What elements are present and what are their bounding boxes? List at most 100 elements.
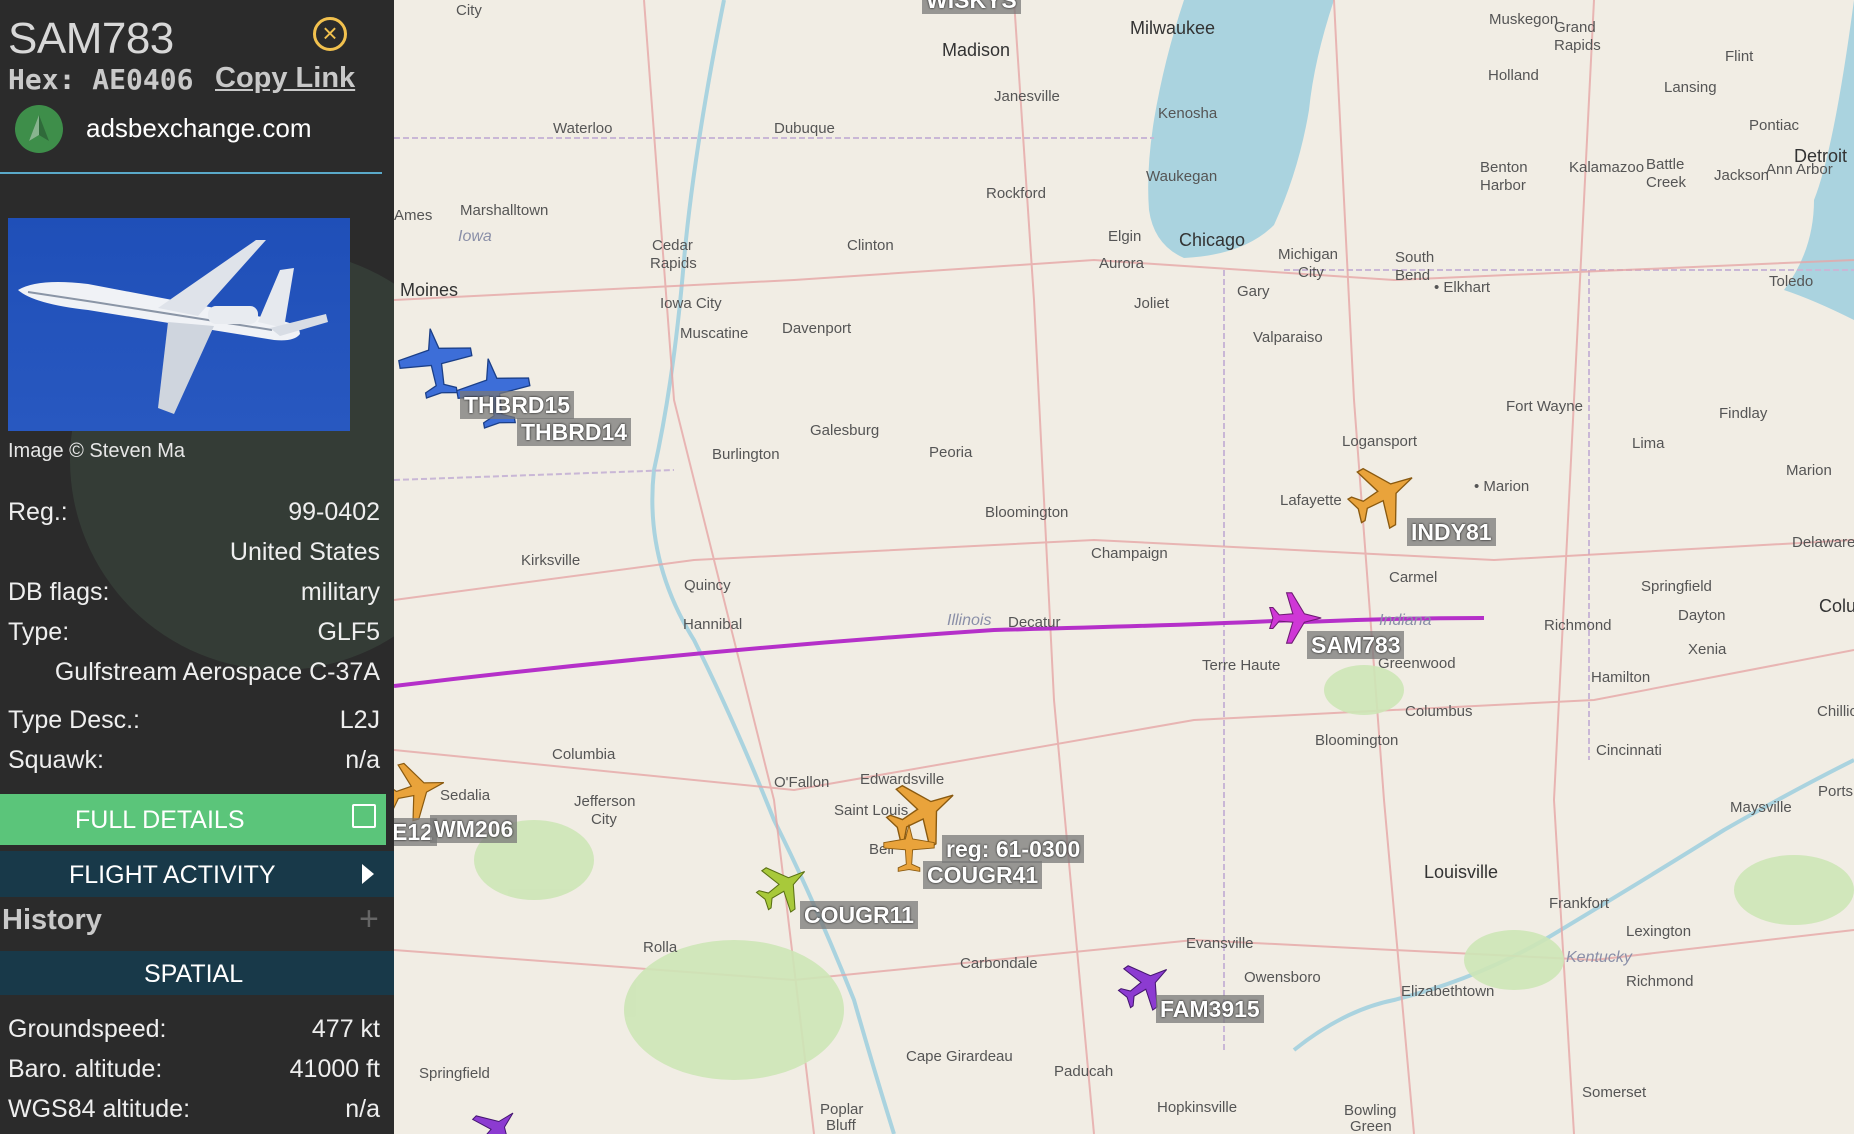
city-label: Elizabethtown [1401,983,1494,1000]
lake-michigan [1148,0,1334,258]
city-label: Ames [394,207,432,224]
city-label: Dubuque [774,120,835,137]
chevron-right-icon [362,864,374,884]
city-label: Decatur [1008,614,1061,631]
close-icon[interactable]: × [313,17,347,51]
spatial-label: SPATIAL [144,960,244,988]
aircraft-info-panel: SAM783 × Hex: AE0406 Copy Link adsbexcha… [0,0,394,1134]
city-label: Waterloo [553,120,612,137]
city-label: Bloomington [985,504,1068,521]
city-label: Davenport [782,320,852,337]
city-label: Somerset [1582,1084,1647,1101]
aircraft-label-cougr41[interactable]: COUGR41 [923,861,1043,889]
city-label: Springfield [419,1065,490,1082]
adsbexchange-logo-icon [15,105,63,153]
city-label: Findlay [1719,405,1768,422]
city-label: Battle [1646,156,1684,173]
map-base: City Madison Milwaukee Muskegon Grand Ra… [394,0,1854,1134]
state-label: Indiana [1379,612,1432,629]
field-label: Baro. altitude: [8,1055,163,1083]
copy-link-button[interactable]: Copy Link [215,62,355,95]
city-label: Harbor [1480,177,1526,194]
city-label: Dayton [1678,607,1726,624]
aircraft-label-wm206[interactable]: WM206 [430,815,518,843]
divider [0,172,382,174]
city-label: Quincy [684,577,731,594]
field-label: Reg.: [8,498,68,526]
city-label: Burlington [712,446,780,463]
field-label: Type: [8,618,70,646]
city-label: Hopkinsville [1157,1099,1237,1116]
city-label: O'Fallon [774,774,829,791]
map-view[interactable]: City Madison Milwaukee Muskegon Grand Ra… [394,0,1854,1134]
photo-credit: Image © Steven Ma [8,440,186,462]
hex-label: Hex: [8,63,76,96]
city-label: Marion [1786,462,1832,479]
city-label: Pontiac [1749,117,1800,134]
expand-plus-icon[interactable]: + [359,900,379,939]
city-label: Kenosha [1158,105,1218,122]
city-label: Bluff [826,1117,857,1134]
city-label: Creek [1646,174,1687,191]
city-label: Rockford [986,185,1046,202]
city-label: Ann Arbor [1766,161,1833,178]
aircraft-label-thbrd14[interactable]: THBRD14 [517,418,632,446]
city-label: Xenia [1688,641,1727,658]
spatial-section-header: SPATIAL [0,951,394,995]
city-label: City [456,2,482,19]
city-label: Columb [1819,596,1854,616]
city-label: Champaign [1091,545,1168,562]
flight-activity-button[interactable]: FLIGHT ACTIVITY [0,851,394,897]
aircraft-label-reg[interactable]: reg: 61-0300 [942,835,1085,863]
city-label: Kirksville [521,552,580,569]
city-label: Portsmou [1818,783,1854,800]
city-label: Rolla [643,939,678,956]
city-label: Columbia [552,746,616,763]
aircraft-label-indy81[interactable]: INDY81 [1407,518,1496,546]
city-label: Cedar [652,237,693,254]
city-label: Fort Wayne [1506,398,1583,415]
city-label: Chicago [1179,230,1245,250]
city-label: Bend [1395,267,1430,284]
city-label: Rapids [1554,37,1601,54]
field-value: 477 kt [311,1015,380,1043]
city-label: Maysville [1730,799,1792,816]
aircraft-photo[interactable] [8,218,350,431]
field-value: GLF5 [317,618,380,646]
city-label: Elgin [1108,228,1141,245]
hex-row: Hex: AE0406 [8,63,193,96]
city-label: • Elkhart [1434,279,1491,296]
field-label: WGS84 altitude: [8,1095,191,1123]
city-label: Aurora [1099,255,1145,272]
city-label: Toledo [1769,273,1813,290]
state-label: Illinois [947,612,991,629]
city-label: South [1395,249,1434,266]
field-label: Squawk: [8,746,104,774]
city-label: Saint Louis [834,802,908,819]
aircraft-label-fam3915[interactable]: FAM3915 [1156,995,1264,1023]
city-label: Cincinnati [1596,742,1662,759]
city-label: Logansport [1342,433,1418,450]
city-label: Janesville [994,88,1060,105]
city-label: Moines [400,280,458,300]
city-label: Gary [1237,283,1270,300]
city-label: Lexington [1626,923,1691,940]
city-label: City [1298,264,1324,281]
city-label: Terre Haute [1202,657,1280,674]
source-link[interactable]: adsbexchange.com [86,113,311,144]
field-label: Groundspeed: [8,1015,167,1043]
field-label: Type Desc.: [8,706,140,734]
field-value: military [300,578,380,606]
history-header[interactable]: History [2,904,102,937]
city-label: Waukegan [1146,168,1217,185]
aircraft-label-thbrd15[interactable]: THBRD15 [460,391,575,419]
city-label: Evansville [1186,935,1254,952]
aircraft-label-wiskys[interactable]: WISKYS [922,0,1021,14]
aircraft-label-sam783[interactable]: SAM783 [1307,631,1405,659]
field-value: n/a [345,1095,380,1123]
aircraft-label-cougr11[interactable]: COUGR11 [800,901,918,929]
flight-activity-label: FLIGHT ACTIVITY [69,861,276,889]
city-label: Clinton [847,237,894,254]
full-details-button[interactable]: FULL DETAILS [0,794,386,845]
field-value: Gulfstream Aerospace C-37A [54,658,380,686]
